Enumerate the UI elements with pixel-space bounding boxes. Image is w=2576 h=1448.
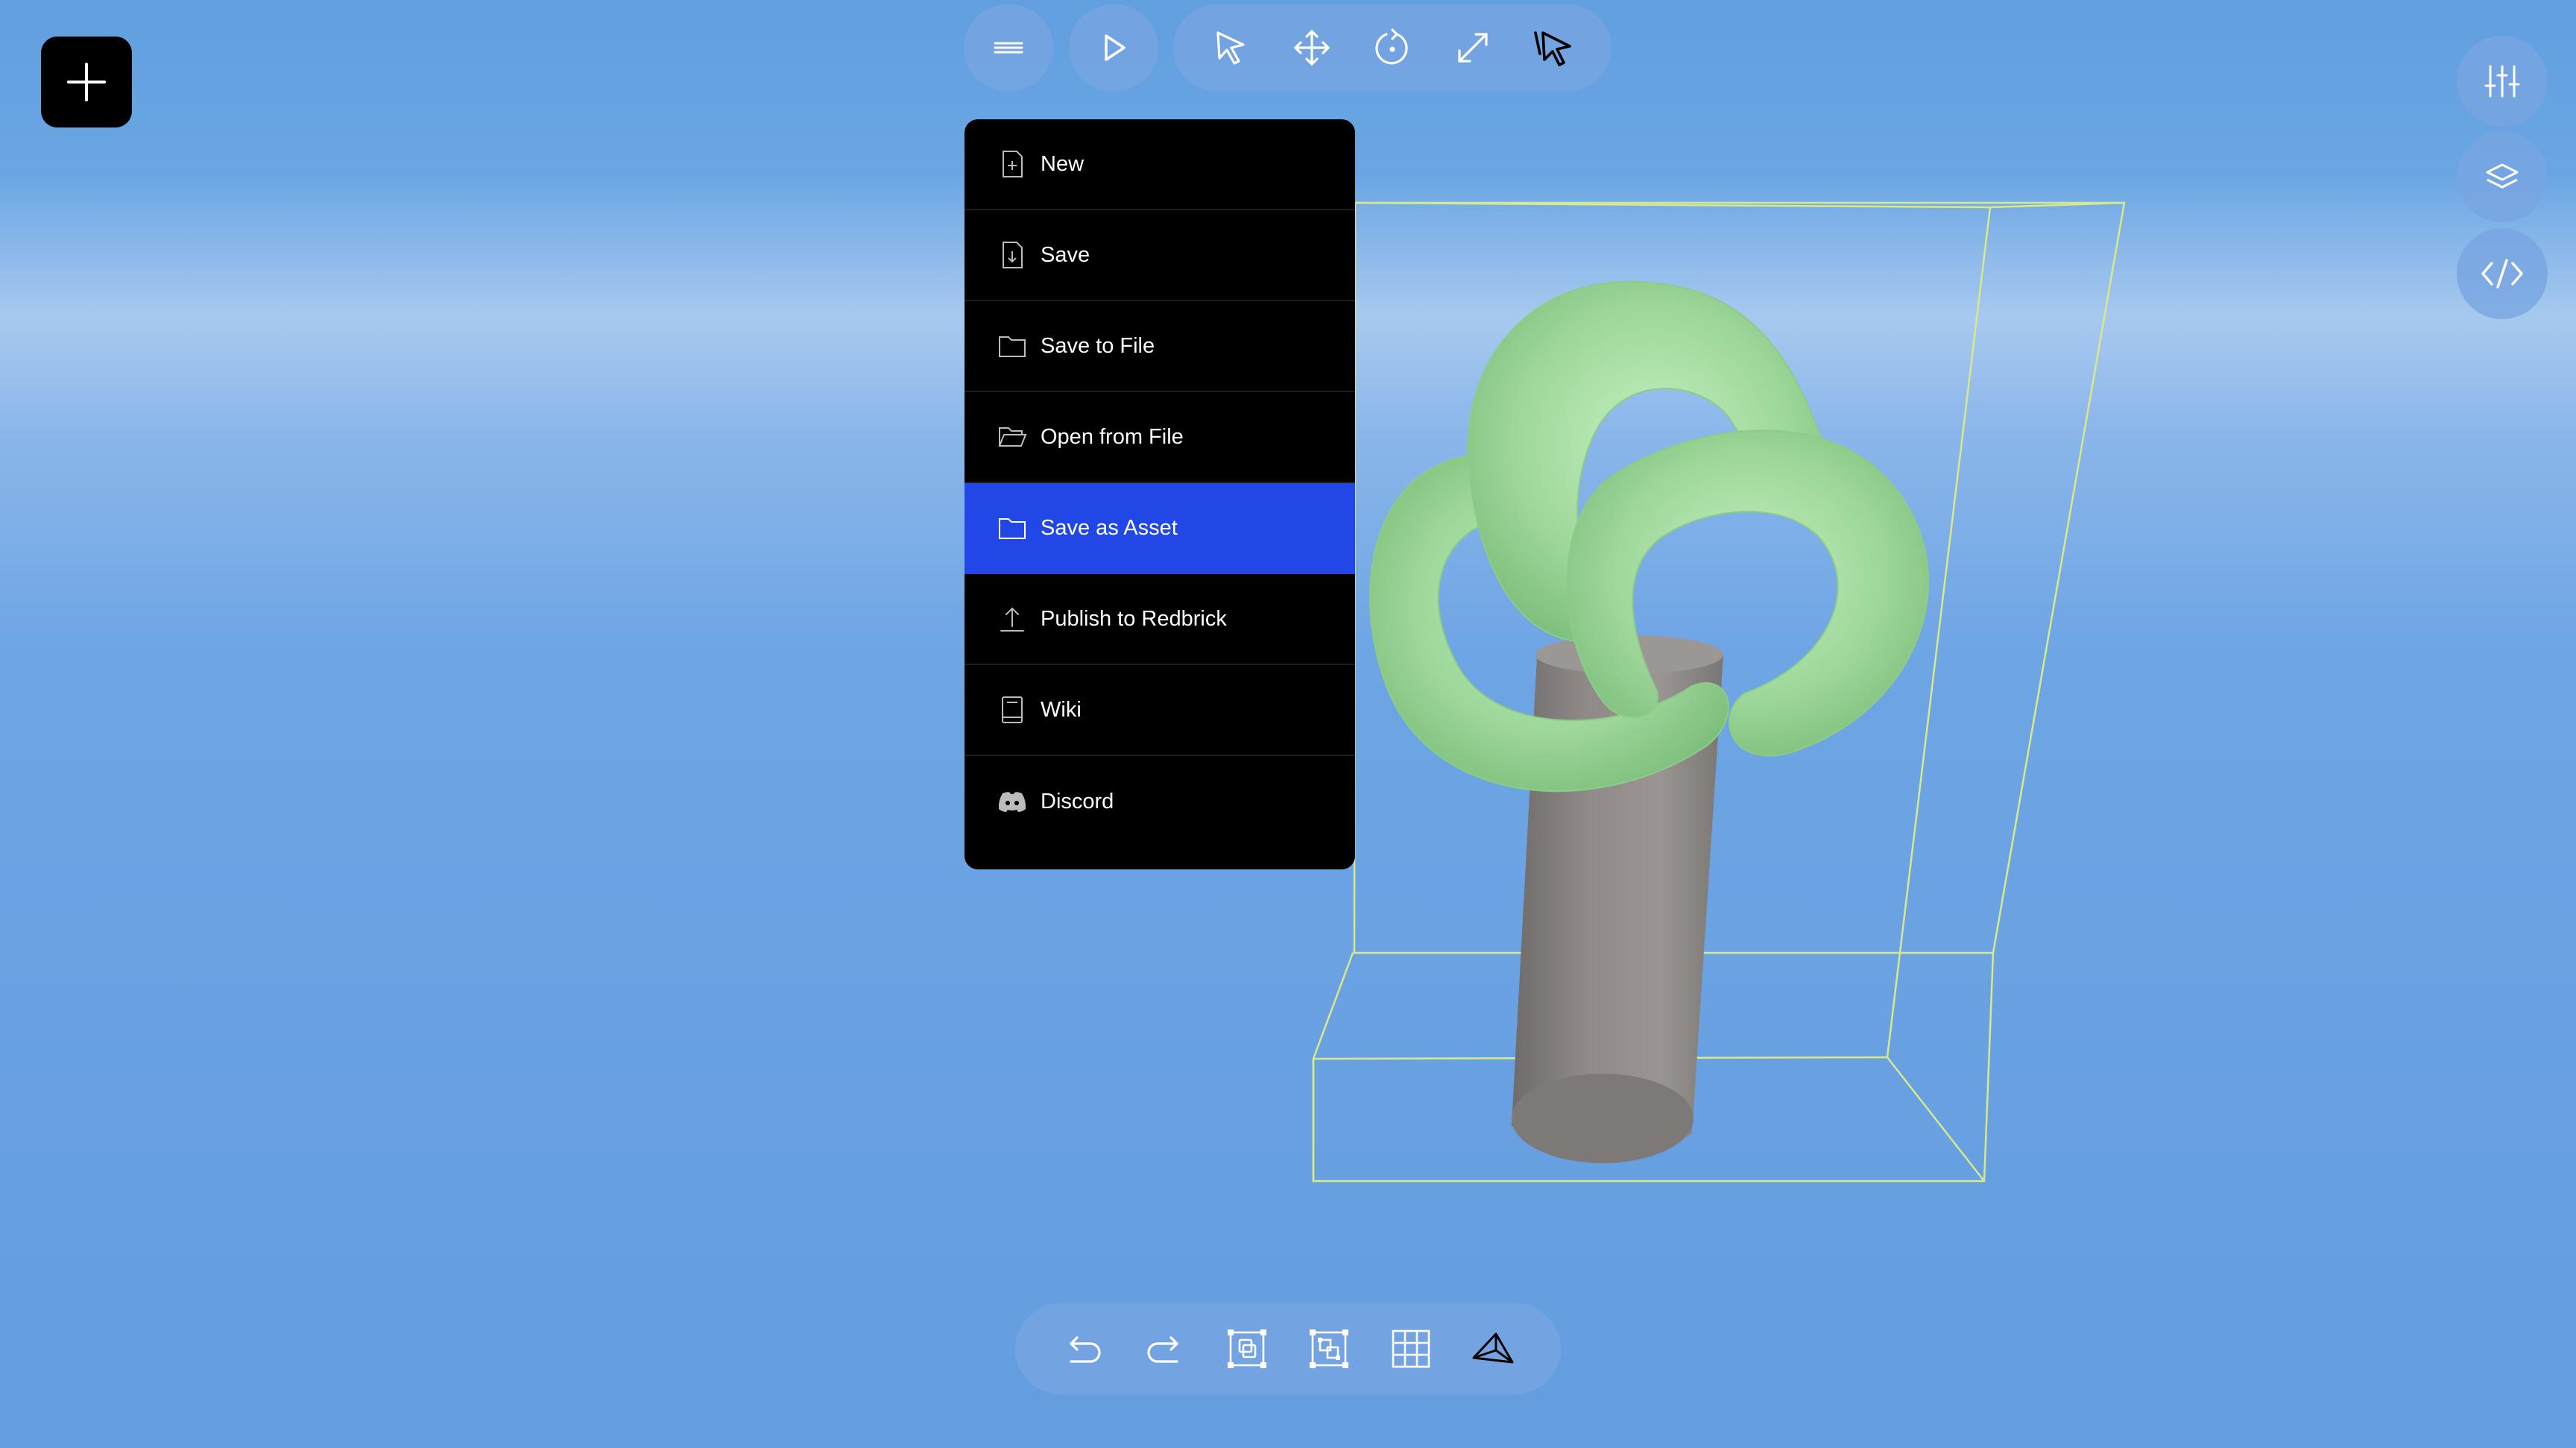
undo-button[interactable] [1047,1313,1119,1385]
menu-item-label: Save [1041,242,1090,267]
menu-item-label: Open from File [1041,424,1184,449]
menu-item-new[interactable]: New [965,119,1355,210]
add-object-button[interactable] [41,37,132,128]
group-button[interactable] [1211,1313,1283,1385]
group-icon [1228,1329,1266,1368]
menu-item-label: Publish to Redbrick [1041,606,1227,631]
menu-item-label: Save to File [1041,333,1155,358]
layers-button[interactable] [2457,131,2548,222]
layers-icon [2486,163,2519,189]
redo-button[interactable] [1129,1313,1201,1385]
menu-item-open-from-file[interactable]: Open from File [965,392,1355,483]
redo-icon [1147,1336,1178,1363]
editor-viewport[interactable]: New Save Save to File Open from File Sav… [0,0,2576,1448]
menu-item-save[interactable]: Save [965,210,1355,301]
discord-icon [996,785,1029,818]
open-folder-icon [996,421,1029,453]
transform-toolbar [1173,4,1611,91]
menu-item-publish[interactable]: Publish to Redbrick [965,574,1355,665]
grid-toggle-button[interactable] [1375,1313,1447,1385]
select-tool-button[interactable] [1196,12,1267,84]
menu-item-label: Wiki [1041,697,1082,722]
save-file-icon [996,239,1029,271]
sliders-icon [2484,65,2520,98]
menu-item-label: Save as Asset [1041,515,1178,540]
rotate-icon [1375,28,1408,65]
undo-icon [1070,1336,1101,1363]
file-menu: New Save Save to File Open from File Sav… [965,119,1355,869]
select-pointer-icon [1216,31,1245,65]
code-icon [2481,259,2523,289]
book-icon [996,693,1029,726]
scale-tool-button[interactable] [1437,12,1509,84]
rotate-tool-button[interactable] [1357,12,1428,84]
move-tool-button[interactable] [1276,12,1348,84]
new-file-icon [996,148,1029,180]
ungroup-icon [1310,1329,1348,1368]
ungroup-button[interactable] [1293,1313,1365,1385]
grid-icon [1392,1329,1430,1368]
play-button[interactable] [1069,4,1158,91]
menu-item-save-to-file[interactable]: Save to File [965,301,1355,392]
torus-knot-object [1368,280,1930,793]
multi-select-tool-button[interactable] [1518,12,1589,84]
bottom-toolbar [1015,1303,1561,1394]
main-menu-button[interactable] [964,4,1053,91]
camera-button[interactable] [1457,1313,1529,1385]
hamburger-icon [994,42,1023,54]
menu-item-save-as-asset[interactable]: Save as Asset [965,483,1355,574]
upload-icon [996,602,1029,635]
multi-select-pointer-icon [1534,31,1571,66]
plus-icon [67,63,106,101]
menu-item-discord[interactable]: Discord [965,756,1355,847]
play-icon [1105,34,1126,61]
camera-icon [1472,1332,1514,1364]
code-editor-button[interactable] [2457,228,2548,319]
menu-item-wiki[interactable]: Wiki [965,665,1355,756]
menu-item-label: New [1041,151,1085,176]
folder-icon [996,330,1029,362]
menu-item-label: Discord [1041,789,1114,813]
move-icon [1294,30,1330,66]
scale-icon [1458,33,1488,63]
properties-button[interactable] [2457,36,2548,127]
folder-icon [996,511,1029,544]
